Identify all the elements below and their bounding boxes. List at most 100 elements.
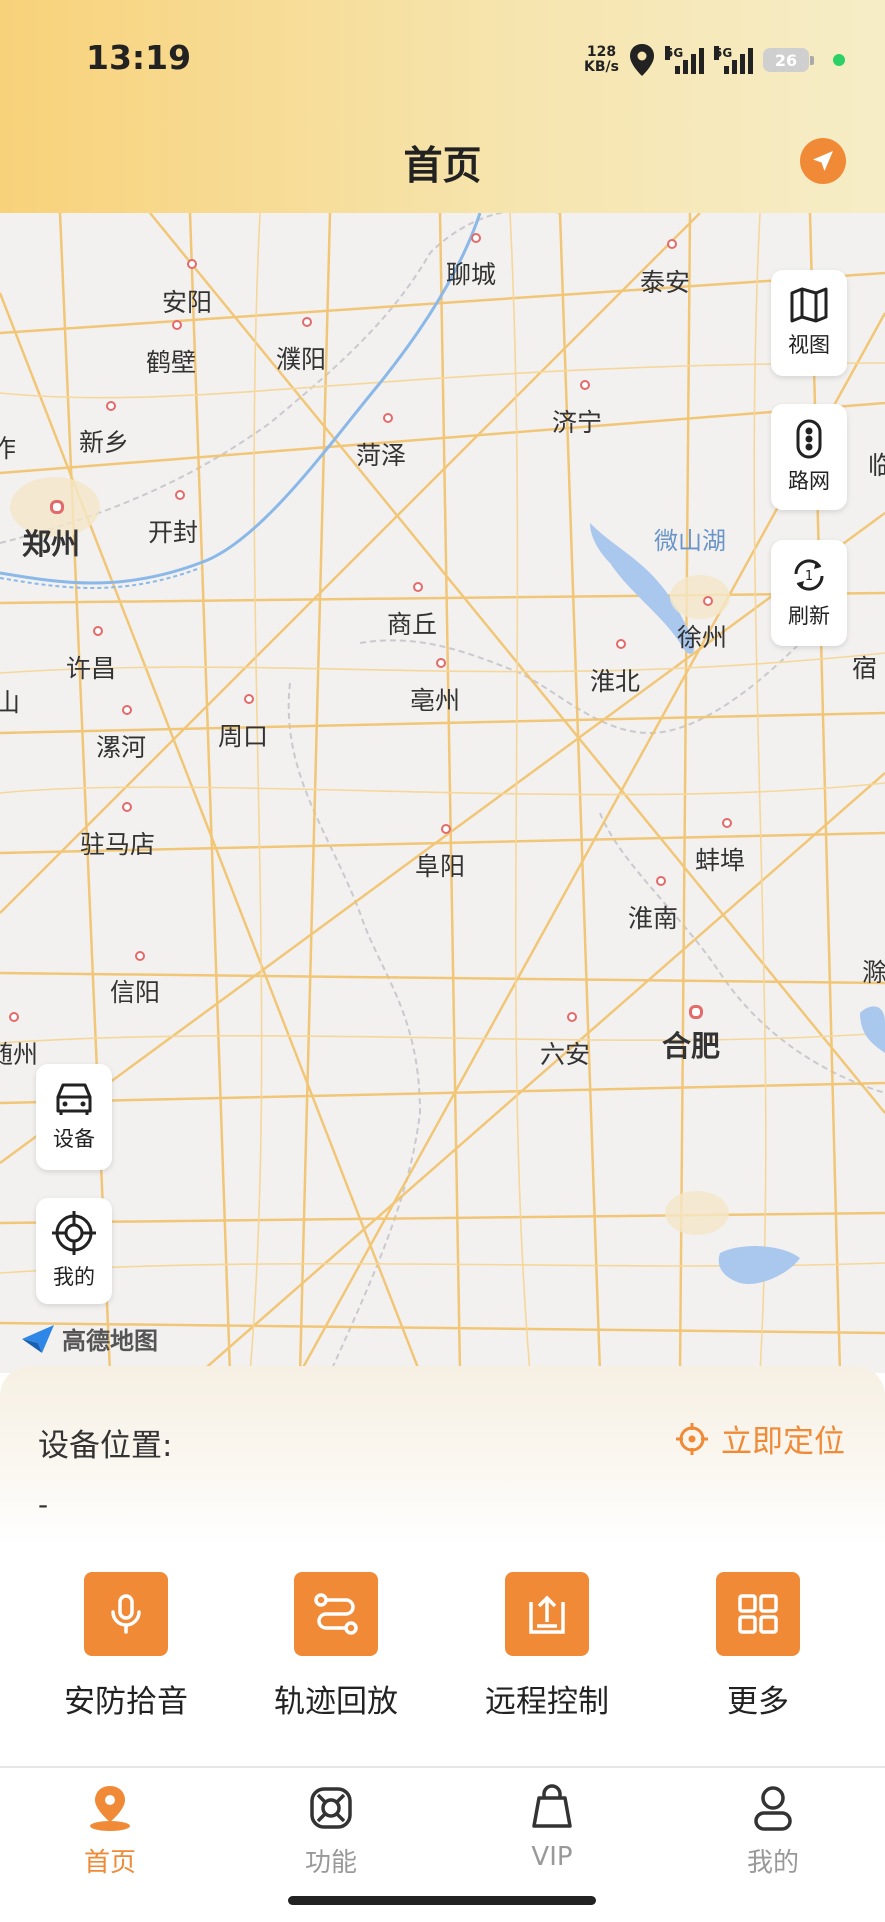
city-label: 驻马店 [80, 830, 156, 859]
car-icon [56, 1083, 92, 1115]
home-location-icon [90, 1786, 130, 1831]
city-label: 周口 [218, 722, 269, 751]
map-provider-logo: 高德地图 [20, 1321, 158, 1356]
city-label: 许昌 [66, 654, 117, 683]
signal-2-icon: 5G [714, 46, 753, 74]
tab-vip[interactable]: VIP [492, 1784, 612, 1872]
navigation-arrow-icon [813, 151, 833, 171]
city-label: 新乡 [79, 428, 130, 457]
city-label: 滁 [862, 958, 885, 987]
city-label: 山 [0, 688, 20, 717]
city-dot [106, 401, 116, 411]
city-label: 合肥 [662, 1029, 721, 1063]
my-location-button[interactable]: 我的 [36, 1198, 112, 1304]
view-button[interactable]: 视图 [771, 270, 847, 376]
city-label: 亳州 [410, 686, 461, 715]
tab-home[interactable]: 首页 [50, 1784, 170, 1879]
city-dot [413, 582, 423, 592]
map-icon [790, 287, 828, 323]
city-label: 泰安 [640, 268, 691, 297]
audio-monitor-button[interactable]: 安防拾音 [41, 1572, 211, 1721]
city-dot [244, 694, 254, 704]
more-button[interactable]: 更多 [673, 1572, 843, 1721]
top-header: 13:19 128 KB/s 5G 5G 26 首页 [0, 0, 885, 213]
city-label: 随州 [0, 1040, 38, 1069]
status-icons: 128 KB/s 5G 5G 26 [584, 42, 845, 78]
traffic-light-icon [796, 419, 822, 459]
traffic-button[interactable]: 路网 [771, 404, 847, 510]
city-label: 淮南 [628, 904, 679, 933]
city-label: 阜阳 [415, 852, 466, 881]
remote-control-button[interactable]: 远程控制 [462, 1572, 632, 1721]
user-icon [754, 1786, 792, 1831]
city-label: 聊城 [446, 260, 497, 289]
city-dot [187, 259, 197, 269]
city-dot [667, 239, 677, 249]
city-label: 菏泽 [356, 441, 407, 470]
city-label: 蚌埠 [695, 846, 746, 875]
location-pin-icon [630, 44, 654, 76]
battery-icon: 26 [763, 48, 814, 72]
device-button[interactable]: 设备 [36, 1064, 112, 1170]
city-dot [383, 413, 393, 423]
crosshair-icon [52, 1211, 96, 1255]
target-icon [676, 1422, 708, 1455]
locate-now-button[interactable]: 立即定位 [675, 1416, 845, 1461]
city-label: 信阳 [110, 978, 161, 1007]
track-playback-button[interactable]: 轨迹回放 [251, 1572, 421, 1721]
city-dot [302, 317, 312, 327]
grid-icon [716, 1572, 800, 1656]
city-label: 济宁 [552, 408, 603, 437]
city-dot [471, 233, 481, 243]
map-view[interactable]: 聊城 泰安 安阳 鹤壁 濮阳 济宁 新乡 菏泽 郑州 开封 微山湖 商丘 徐州 … [0, 213, 885, 1373]
city-label: 开封 [148, 518, 199, 547]
city-dot [722, 818, 732, 828]
network-speed: 128 KB/s [584, 44, 619, 75]
city-dot [122, 705, 132, 715]
city-label: 宿 [852, 654, 878, 683]
city-label: 濮阳 [276, 345, 327, 374]
home-indicator [288, 1896, 596, 1905]
device-panel: 设备位置: 立即定位 - 安防拾音 轨迹回放 远程控制 更多 [0, 1366, 885, 1766]
city-dot [50, 500, 64, 514]
city-dot [441, 824, 451, 834]
lake-label: 微山湖 [654, 527, 726, 555]
city-dot [616, 639, 626, 649]
refresh-icon: 1 [794, 559, 824, 591]
city-label: 淮北 [590, 667, 641, 696]
amap-logo-icon [22, 1324, 54, 1353]
city-dot [580, 380, 590, 390]
city-dot [175, 490, 185, 500]
city-label: 安阳 [162, 288, 213, 317]
lifebuoy-icon [310, 1787, 352, 1829]
city-dot [689, 1005, 703, 1019]
city-dot [172, 320, 182, 330]
page-title: 首页 [403, 144, 482, 189]
city-dot [135, 951, 145, 961]
svg-text:1: 1 [805, 569, 813, 584]
city-dot [122, 802, 132, 812]
city-label: 漯河 [96, 733, 147, 762]
city-dot [656, 876, 666, 886]
city-label: 徐州 [677, 623, 728, 652]
refresh-button[interactable]: 1 刷新 [771, 540, 847, 646]
city-label: 临 [868, 451, 885, 480]
tab-functions[interactable]: 功能 [271, 1784, 391, 1879]
privacy-indicator-dot [833, 54, 845, 66]
city-label: 六安 [540, 1040, 591, 1069]
city-label: 鹤壁 [146, 348, 197, 377]
upload-box-icon [505, 1572, 589, 1656]
navigation-button[interactable] [800, 138, 846, 184]
microphone-icon [84, 1572, 168, 1656]
device-location-label: 设备位置: [38, 1428, 173, 1464]
tab-mine[interactable]: 我的 [713, 1784, 833, 1879]
city-dot [9, 1012, 19, 1022]
route-icon [294, 1572, 378, 1656]
signal-1-icon: 5G [665, 46, 704, 74]
device-location-value: - [38, 1488, 49, 1521]
status-time: 13:19 [86, 38, 192, 77]
city-dot [703, 596, 713, 606]
bag-icon [532, 1784, 572, 1828]
city-label: 作 [0, 434, 16, 463]
city-dot [567, 1012, 577, 1022]
